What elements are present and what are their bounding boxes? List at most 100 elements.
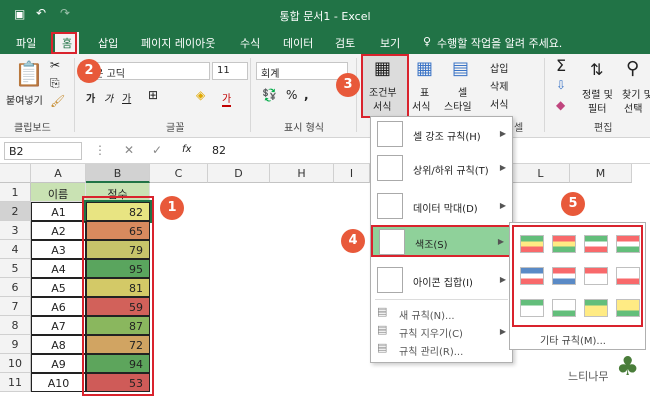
cell-name[interactable]: A3 xyxy=(31,240,86,259)
menu-item-icon-sets[interactable]: 아이콘 집합(I) ▶ xyxy=(371,265,512,295)
color-scale-option[interactable] xyxy=(552,235,576,253)
row-header[interactable]: 6 xyxy=(0,278,31,297)
column-header-m[interactable]: M xyxy=(570,164,632,183)
delete-cells-button[interactable]: 삭제 xyxy=(490,78,508,93)
conditional-format-button[interactable]: ▦ 조건부 서식 xyxy=(361,54,409,118)
row-header[interactable]: 7 xyxy=(0,297,31,316)
cell-name[interactable]: A10 xyxy=(31,373,86,392)
font-size-select[interactable]: 11 xyxy=(212,62,248,80)
column-header-b[interactable]: B xyxy=(86,164,150,183)
cell-name[interactable]: A2 xyxy=(31,221,86,240)
tab-data[interactable]: 데이터 xyxy=(283,35,313,51)
color-scale-option[interactable] xyxy=(584,299,608,317)
format-cells-button[interactable]: 서식 xyxy=(490,96,508,111)
bold-button[interactable]: 가 xyxy=(86,90,95,105)
cell-name[interactable]: A5 xyxy=(31,278,86,297)
menu-item-data-bars[interactable]: 데이터 막대(D) ▶ xyxy=(371,191,512,221)
comma-icon[interactable]: , xyxy=(304,88,309,102)
number-format-select[interactable]: 회계 xyxy=(256,62,348,80)
menu-item-top-bottom-rules[interactable]: 상위/하위 규칙(T) ▶ xyxy=(371,153,512,183)
color-scale-option[interactable] xyxy=(616,267,640,285)
tell-me-input[interactable]: 수행할 작업을 알려 주세요. xyxy=(437,35,562,51)
format-table-label[interactable]: 표 xyxy=(420,84,429,99)
cell-name[interactable]: A8 xyxy=(31,335,86,354)
underline-button[interactable]: 가 xyxy=(122,90,131,105)
color-scale-option[interactable] xyxy=(520,299,544,317)
row-header[interactable]: 8 xyxy=(0,316,31,335)
tab-insert[interactable]: 삽입 xyxy=(98,35,118,51)
color-scale-option[interactable] xyxy=(616,299,640,317)
find-select-label-2[interactable]: 선택 xyxy=(624,100,642,115)
select-all-corner[interactable] xyxy=(0,164,31,183)
column-header-d[interactable]: D xyxy=(208,164,270,183)
menu-item-new-rule[interactable]: ▤ 새 규칙(N)... xyxy=(371,305,512,323)
row-header[interactable]: 1 xyxy=(0,183,31,202)
cell-style-icon[interactable]: ▤ xyxy=(452,58,469,79)
row-header[interactable]: 5 xyxy=(0,259,31,278)
font-color-button[interactable]: 가 xyxy=(222,90,232,107)
enter-icon[interactable]: ✓ xyxy=(152,143,162,157)
format-painter-icon[interactable]: 🖌 xyxy=(50,94,65,108)
cancel-icon[interactable]: ✕ xyxy=(124,143,134,157)
row-header[interactable]: 2 xyxy=(0,202,31,221)
color-scale-option[interactable] xyxy=(520,267,544,285)
column-header-a[interactable]: A xyxy=(31,164,86,183)
find-select-label[interactable]: 찾기 및 xyxy=(622,86,650,101)
menu-item-color-scales[interactable]: 색조(S) ▶ xyxy=(371,225,512,257)
column-header-l[interactable]: L xyxy=(512,164,570,183)
color-scale-option[interactable] xyxy=(552,267,576,285)
row-header[interactable]: 3 xyxy=(0,221,31,240)
currency-icon[interactable]: 💱 xyxy=(262,88,277,102)
row-header[interactable]: 4 xyxy=(0,240,31,259)
cell-style-label-2[interactable]: 스타일 xyxy=(444,98,472,113)
insert-cells-button[interactable]: 삽입 xyxy=(490,60,508,75)
color-scale-option[interactable] xyxy=(552,299,576,317)
tab-file[interactable]: 파일 xyxy=(16,35,36,51)
menu-item-highlight-rules[interactable]: 셀 강조 규칙(H) ▶ xyxy=(371,119,512,149)
italic-button[interactable]: 가 xyxy=(104,90,113,105)
color-scale-option[interactable] xyxy=(616,235,640,253)
row-header[interactable]: 11 xyxy=(0,373,31,392)
paste-label[interactable]: 붙여넣기 xyxy=(6,92,43,107)
name-box[interactable]: B2 xyxy=(4,142,82,160)
tab-review[interactable]: 검토 xyxy=(335,35,355,51)
column-header-c[interactable]: C xyxy=(150,164,208,183)
format-table-icon[interactable]: ▦ xyxy=(416,58,433,79)
find-select-icon[interactable]: ⚲ xyxy=(626,58,639,79)
menu-item-clear-rules[interactable]: ▤ 규칙 지우기(C) ▶ xyxy=(371,323,512,341)
sort-filter-label[interactable]: 정렬 및 xyxy=(582,86,613,101)
cell-name[interactable]: A7 xyxy=(31,316,86,335)
insert-function-button[interactable]: fx xyxy=(182,144,191,155)
border-icon[interactable]: ⊞ xyxy=(148,88,158,102)
paste-icon[interactable]: 📋 xyxy=(14,60,44,88)
sort-filter-icon[interactable]: ⇅ xyxy=(590,60,603,79)
color-scale-option[interactable] xyxy=(584,267,608,285)
row-header[interactable]: 9 xyxy=(0,335,31,354)
header-cell-name[interactable]: 이름 xyxy=(31,183,86,202)
cell-name[interactable]: A6 xyxy=(31,297,86,316)
menu-item-manage-rules[interactable]: ▤ 규칙 관리(R)... xyxy=(371,341,512,359)
column-header-h[interactable]: H xyxy=(270,164,334,183)
clear-icon[interactable]: ◆ xyxy=(556,98,565,112)
column-header-i[interactable]: I xyxy=(334,164,370,183)
copy-icon[interactable]: ⎘ xyxy=(50,76,60,91)
sort-filter-label-2[interactable]: 필터 xyxy=(588,100,606,115)
color-scale-option[interactable] xyxy=(584,235,608,253)
tab-formulas[interactable]: 수식 xyxy=(240,35,260,51)
row-header[interactable]: 10 xyxy=(0,354,31,373)
cut-icon[interactable]: ✂ xyxy=(50,58,60,72)
fill-color-icon[interactable]: ◈ xyxy=(196,88,205,102)
fill-icon[interactable]: ⇩ xyxy=(556,78,566,92)
tab-view[interactable]: 보기 xyxy=(380,35,400,51)
autosum-icon[interactable]: Σ xyxy=(556,56,566,75)
more-rules-link[interactable]: 기타 규칙(M)... xyxy=(540,332,606,347)
formula-input[interactable]: 82 xyxy=(212,144,226,157)
cell-name[interactable]: A4 xyxy=(31,259,86,278)
cell-name[interactable]: A1 xyxy=(31,202,86,221)
percent-icon[interactable]: % xyxy=(286,88,297,102)
tab-page-layout[interactable]: 페이지 레이아웃 xyxy=(141,35,215,51)
cell-style-label[interactable]: 셀 xyxy=(458,84,467,99)
format-table-label-2[interactable]: 서식 xyxy=(412,98,430,113)
cell-name[interactable]: A9 xyxy=(31,354,86,373)
color-scale-option[interactable] xyxy=(520,235,544,253)
